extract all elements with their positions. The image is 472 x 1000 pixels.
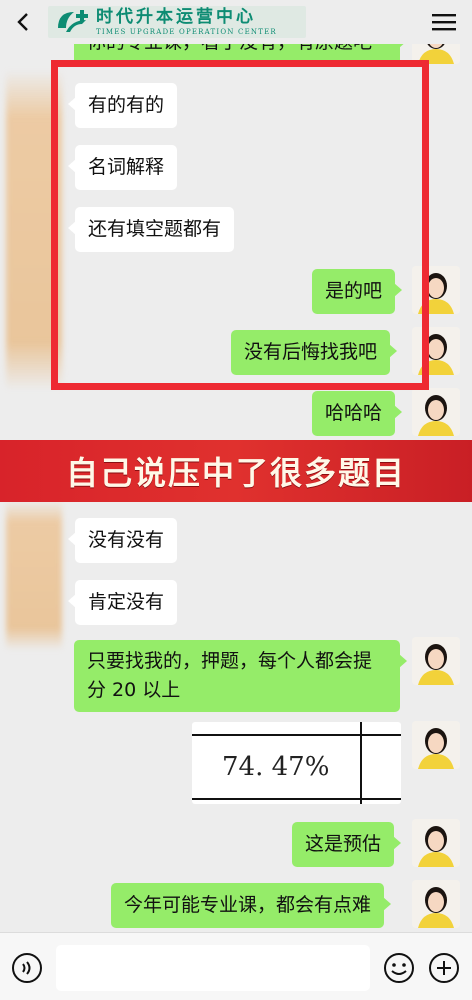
message-bubble-sent[interactable]: 只要找我的，押题，每个人都会提分 20 以上: [74, 640, 407, 712]
top-bar: 时代升本运营中心 TIMES UPGRADE OPERATION CENTER: [0, 0, 472, 44]
user-avatar[interactable]: [412, 637, 460, 685]
logo-subtitle: TIMES UPGRADE OPERATION CENTER: [96, 27, 277, 36]
message-bubble-received[interactable]: 没有没有: [67, 518, 178, 563]
message-bubble-sent[interactable]: 哈哈哈: [312, 391, 403, 436]
table-line: [192, 734, 401, 736]
back-icon[interactable]: [12, 10, 36, 34]
more-icon[interactable]: [430, 12, 458, 32]
message-bubble-sent[interactable]: 这是预估: [292, 822, 402, 867]
input-bar: [0, 932, 472, 1000]
user-avatar[interactable]: [412, 721, 460, 769]
user-avatar[interactable]: [412, 819, 460, 867]
user-avatar[interactable]: [412, 388, 460, 436]
voice-icon[interactable]: [11, 952, 43, 984]
table-line: [192, 798, 401, 800]
score-value: 74. 47%: [222, 752, 330, 782]
message-input[interactable]: [56, 945, 370, 991]
message-bubble-sent[interactable]: 今年可能专业课，都会有点难: [111, 883, 392, 928]
blurred-contact-avatar: [6, 500, 62, 650]
plus-icon[interactable]: [428, 952, 460, 984]
highlight-box: [51, 60, 429, 390]
logo-title: 时代升本运营中心: [96, 6, 256, 27]
brand-logo: 时代升本运营中心 TIMES UPGRADE OPERATION CENTER: [48, 6, 306, 38]
image-message[interactable]: 74. 47%: [192, 722, 401, 804]
user-avatar[interactable]: [412, 880, 460, 928]
caption-banner: 自己说压中了很多题目: [0, 440, 472, 502]
chat-area[interactable]: 你的专业课，看了没有，有原题吧 有的有的 名词解释 还有填空题都有 是的吧 没有…: [0, 0, 472, 932]
table-line: [360, 722, 362, 804]
logo-mark-icon: [58, 10, 88, 32]
message-bubble-received[interactable]: 肯定没有: [67, 580, 178, 625]
emoji-icon[interactable]: [383, 952, 415, 984]
